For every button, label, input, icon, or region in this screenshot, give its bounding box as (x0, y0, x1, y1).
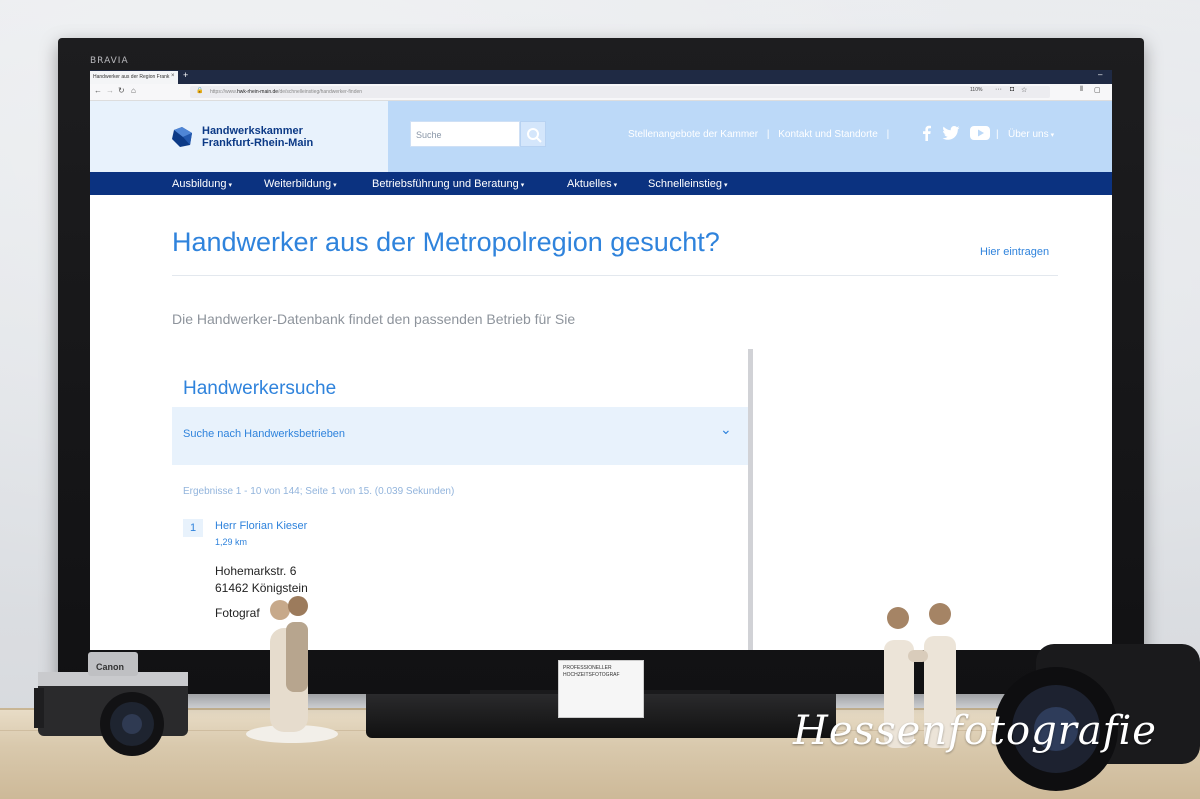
nav-label: Betriebsführung und Beratung (372, 178, 519, 190)
chevron-down-icon: ⌄ (720, 421, 732, 437)
register-link[interactable]: Hier eintragen (980, 246, 1049, 258)
link-stellenangebote[interactable]: Stellenangebote der Kammer (628, 129, 758, 140)
zoom-level[interactable]: 110% (970, 87, 982, 93)
nav-label: Weiterbildung (264, 178, 332, 190)
link-kontakt[interactable]: Kontakt und Standorte (778, 129, 878, 140)
link-separator: | (886, 129, 890, 140)
forward-arrow-icon[interactable]: → (106, 86, 114, 95)
sidebar-icon[interactable]: ▢ (1094, 86, 1101, 94)
link-separator: | (996, 129, 999, 140)
url-prefix: https://www. (210, 89, 237, 95)
page-actions-menu-icon[interactable]: ··· (995, 86, 1002, 93)
nav-ausbildung[interactable]: Ausbildung ▾ (172, 178, 232, 190)
library-icon[interactable]: ⫴ (1080, 86, 1083, 94)
nav-label: Aktuelles (567, 178, 612, 190)
couple-figurine-prop (246, 596, 338, 743)
nav-label: Schnelleinstieg (648, 178, 722, 190)
chevron-down-icon: ▾ (1050, 132, 1055, 139)
browser-tab-title: Handwerker aus der Region Frank (93, 74, 170, 80)
panel-title: Handwerkersuche (183, 378, 337, 399)
facebook-icon[interactable] (922, 125, 932, 141)
chevron-down-icon: ▾ (520, 182, 525, 189)
logo-line-2: Frankfurt-Rhein-Main (202, 137, 314, 149)
camera-brand-label: Canon (96, 662, 124, 672)
panel-scrollbar[interactable] (748, 349, 753, 650)
home-icon[interactable]: ⌂ (131, 86, 136, 95)
back-arrow-icon[interactable]: ← (94, 86, 102, 95)
site-search-input[interactable]: Suche (410, 121, 520, 147)
title-divider (172, 275, 1058, 276)
site-search-button[interactable] (520, 121, 546, 147)
business-card-line-1: PROFESSIONELLER (563, 665, 612, 671)
page-title: Handwerker aus der Metropolregion gesuch… (172, 227, 720, 257)
youtube-icon[interactable] (970, 125, 990, 141)
url-bar[interactable]: 🔒 https://www.hwk-rhein-main.de/de/schne… (190, 86, 1050, 98)
lock-icon: 🔒 (196, 88, 204, 94)
result-rank-badge: 1 (183, 519, 203, 537)
search-icon (527, 128, 542, 143)
website-page: Handwerkskammer Frankfurt-Rhein-Main Suc… (90, 101, 1112, 650)
site-logo-text[interactable]: Handwerkskammer Frankfurt-Rhein-Main (202, 125, 313, 149)
about-us-menu[interactable]: Über uns ▾ (1008, 129, 1054, 140)
scrollbar-thumb[interactable] (748, 349, 753, 650)
main-navigation: Ausbildung ▾ Weiterbildung ▾ Betriebsführu… (90, 172, 1112, 195)
chevron-down-icon: ▾ (333, 182, 337, 189)
accordion-label: Suche nach Handwerksbetrieben (183, 428, 346, 440)
logo-line-1: Handwerkskammer (202, 125, 303, 137)
bookmark-star-icon[interactable]: ☆ (1021, 86, 1027, 94)
tv-screen: Handwerker aus der Region Frank × + – ← … (90, 70, 1112, 650)
search-accordion[interactable]: Suche nach Handwerksbetrieben ⌄ (172, 407, 748, 465)
nav-betriebsfuehrung[interactable]: Betriebsführung und Beratung ▾ (372, 178, 524, 190)
result-distance: 1,29 km (215, 537, 248, 547)
header-top-links: Stellenangebote der Kammer | Kontakt und… (628, 129, 895, 140)
browser-tab[interactable]: Handwerker aus der Region Frank × (90, 71, 178, 84)
url-path: /de/schnelleinstieg/handwerker-finden (278, 89, 363, 95)
url-host: hwk-rhein-main.de (236, 89, 279, 95)
business-card-prop: PROFESSIONELLER HOCHZEITSFOTOGRAF (558, 660, 644, 718)
results-summary: Ergebnisse 1 - 10 von 144; Seite 1 von 1… (183, 486, 455, 497)
hwk-logo-icon[interactable] (172, 127, 192, 147)
tv-brand-label: BRAVIA (90, 56, 129, 66)
twitter-icon[interactable] (942, 125, 960, 141)
result-name-link[interactable]: Herr Florian Kieser (215, 520, 307, 532)
nav-schnelleinstieg[interactable]: Schnelleinstieg ▾ (648, 178, 728, 190)
photographer-watermark: Hessenfotografie (793, 708, 1157, 754)
business-card-line-2: HOCHZEITSFOTOGRAF (563, 672, 620, 678)
browser-toolbar: ← → ↻ ⌂ 🔒 https://www.hwk-rhein-main.de/… (90, 84, 1112, 101)
link-separator: | (766, 129, 770, 140)
new-tab-button[interactable]: + (183, 70, 188, 80)
window-minimize-button[interactable]: – (1098, 70, 1102, 79)
reload-icon[interactable]: ↻ (118, 86, 125, 95)
result-street: Hohemarkstr. 6 (215, 564, 297, 578)
nav-weiterbildung[interactable]: Weiterbildung ▾ (264, 178, 337, 190)
chevron-down-icon: ▾ (613, 182, 618, 189)
chevron-down-icon: ▾ (724, 182, 728, 189)
nav-label: Ausbildung (172, 178, 227, 190)
about-us-label: Über uns (1008, 129, 1049, 140)
intro-text: Die Handwerker-Datenbank findet den pass… (172, 311, 576, 327)
browser-tab-bar: Handwerker aus der Region Frank × + – (90, 70, 1112, 84)
nav-aktuelles[interactable]: Aktuelles ▾ (567, 178, 617, 190)
tab-close-icon[interactable]: × (171, 73, 175, 79)
pocket-icon[interactable]: ◘ (1010, 86, 1014, 93)
chevron-down-icon: ▾ (228, 182, 232, 189)
